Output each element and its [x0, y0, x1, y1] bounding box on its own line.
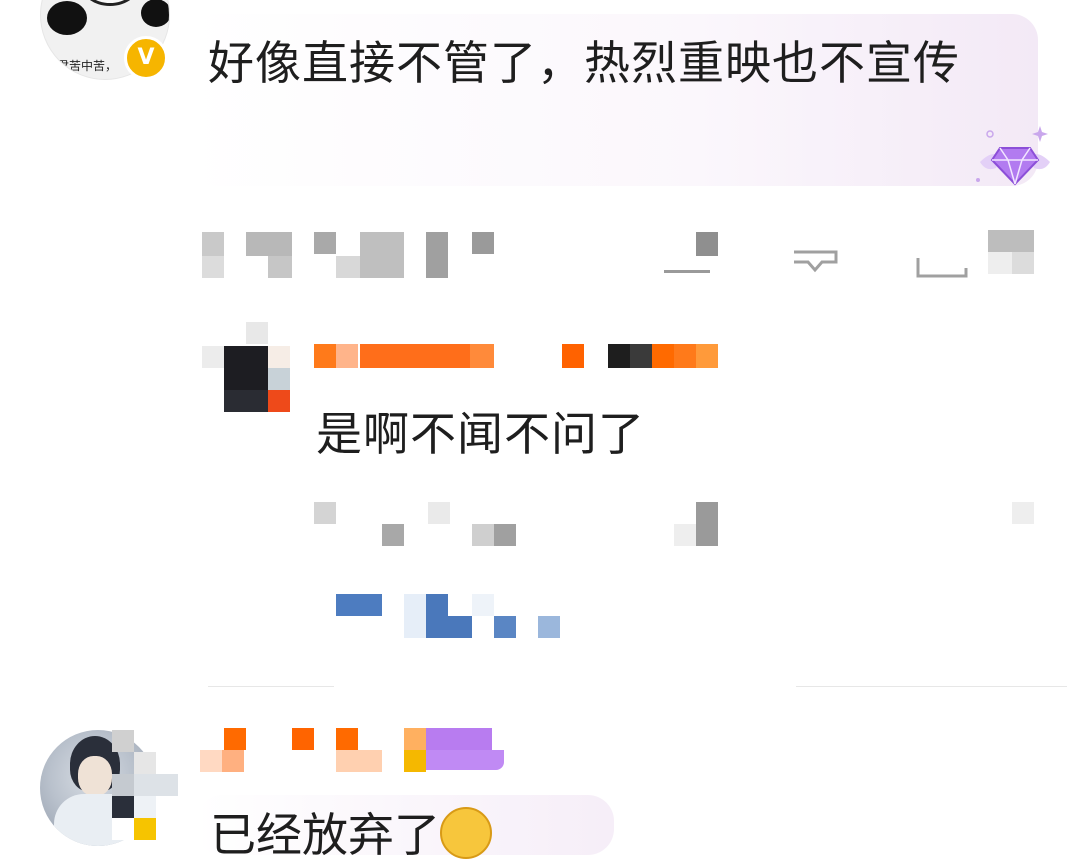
avatar-caption: 君苦中苦， — [57, 59, 118, 73]
diamond-icon — [974, 122, 1056, 192]
reply-avatar-pixelated[interactable] — [200, 322, 296, 414]
comment-icon[interactable] — [790, 240, 840, 278]
comment-text-2: 已经放弃了 — [210, 808, 440, 862]
flushed-face-icon — [440, 806, 492, 859]
divider-gap — [334, 680, 796, 692]
username-2-pixelated[interactable] — [200, 728, 510, 774]
avatar-2-pixelated — [112, 730, 182, 840]
like-count-pixelated — [988, 230, 1036, 278]
view-replies-link-pixelated[interactable] — [316, 592, 566, 640]
comment-bubble[interactable]: 好像直接不管了，热烈重映也不宣传 — [188, 14, 1038, 186]
share-icon[interactable] — [662, 230, 720, 278]
verified-badge: V — [124, 36, 168, 80]
timestamp-location-pixelated — [200, 230, 500, 278]
comment-bubble-2[interactable]: 已经放弃了 — [196, 795, 614, 862]
reply-text: 是啊不闻不问了 — [316, 407, 645, 461]
reply-meta-pixelated — [312, 500, 1042, 552]
comment-text: 好像直接不管了，热烈重映也不宣传 — [208, 36, 960, 90]
reply-username-pixelated[interactable] — [314, 344, 724, 370]
like-icon[interactable] — [914, 240, 974, 280]
